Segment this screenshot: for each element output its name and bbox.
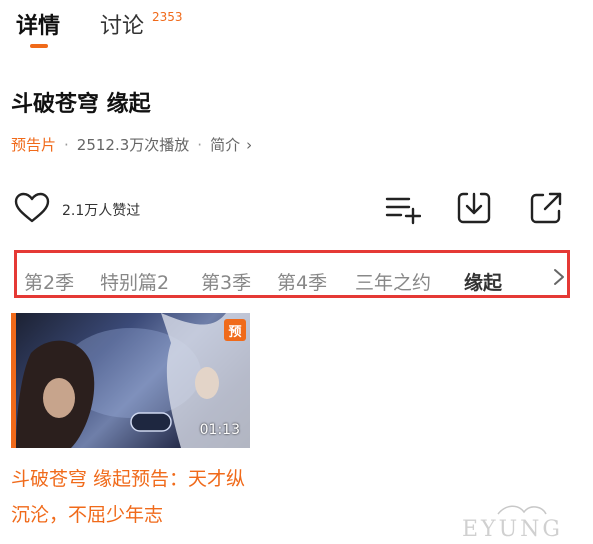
page-title: 斗破苍穹 缘起 xyxy=(11,92,151,117)
active-tab-indicator xyxy=(30,44,48,48)
share-icon[interactable] xyxy=(528,190,564,226)
chevron-right-icon[interactable] xyxy=(552,268,566,286)
season-tab[interactable]: 三年之约 xyxy=(355,268,431,295)
like-count: 2.1万人赞过 xyxy=(62,203,141,219)
heart-outline-icon[interactable] xyxy=(14,192,50,224)
video-title[interactable]: 斗破苍穹 缘起预告：天才纵沉沦，不屈少年志 xyxy=(11,461,251,533)
chevron-right-icon: › xyxy=(246,136,253,154)
tab-details[interactable]: 详情 xyxy=(16,8,60,40)
intro-link[interactable]: 简介 xyxy=(210,136,240,154)
watermark-logo: EYUNG xyxy=(458,498,588,542)
video-duration: 01:13 xyxy=(199,422,240,438)
thumbnail-accent-bar xyxy=(11,313,16,448)
preview-badge: 预 xyxy=(224,319,246,341)
play-count: 2512.3万次播放 xyxy=(76,136,190,154)
svg-text:EYUNG: EYUNG xyxy=(462,517,563,540)
tab-discussion[interactable]: 讨论 xyxy=(100,8,144,40)
video-thumbnail[interactable]: 预 01:13 xyxy=(11,313,250,448)
download-icon[interactable] xyxy=(456,190,492,226)
discussion-count: 2353 xyxy=(152,10,183,24)
type-label: 预告片 xyxy=(11,136,57,154)
season-tab[interactable]: 第3季 xyxy=(201,268,251,295)
season-tab[interactable]: 特别篇2 xyxy=(100,268,169,295)
meta-line: 预告片 · 2512.3万次播放 · 简介 › xyxy=(11,134,252,155)
add-to-list-icon[interactable] xyxy=(385,190,422,226)
separator-dot: · xyxy=(64,136,69,154)
separator-dot: · xyxy=(197,136,203,154)
season-tab[interactable]: 第4季 xyxy=(277,268,327,295)
season-tab[interactable]: 第2季 xyxy=(24,268,74,295)
season-tab-active[interactable]: 缘起 xyxy=(464,268,502,295)
